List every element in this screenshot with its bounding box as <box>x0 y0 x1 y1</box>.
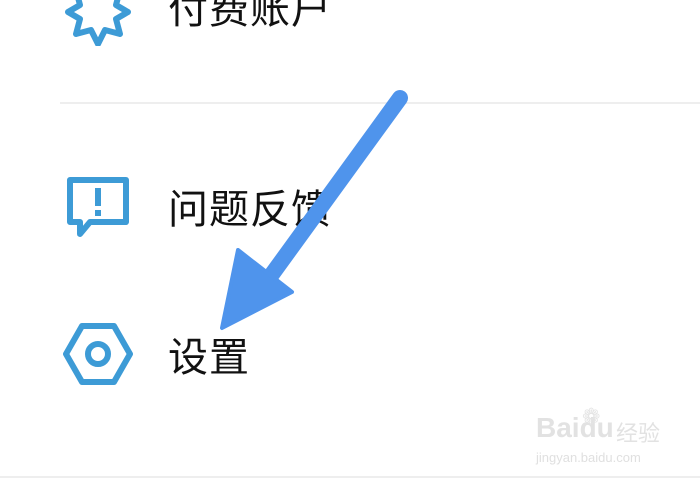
baidu-jingyan-watermark: Baidu ❁ 经验 jingyan.baidu.com <box>536 404 686 470</box>
menu-item-feedback[interactable]: 问题反馈 <box>0 152 700 262</box>
menu-item-label: 付费账户 <box>168 0 332 33</box>
divider <box>60 102 700 104</box>
badge-star-icon <box>62 0 134 46</box>
menu-item-paid-account[interactable]: 付费账户 <box>0 0 700 64</box>
menu-item-settings[interactable]: 设置 <box>0 300 700 410</box>
feedback-exclamation-icon <box>62 170 134 242</box>
paw-icon: ❁ <box>582 404 601 429</box>
menu-item-label: 问题反馈 <box>168 187 332 233</box>
watermark-url: jingyan.baidu.com <box>536 450 641 465</box>
divider <box>0 476 700 478</box>
watermark-brand-cn: 经验 <box>616 422 661 447</box>
watermark-brand: Baidu <box>536 412 614 443</box>
settings-hexagon-icon <box>62 318 134 390</box>
menu-item-label: 设置 <box>168 335 250 381</box>
